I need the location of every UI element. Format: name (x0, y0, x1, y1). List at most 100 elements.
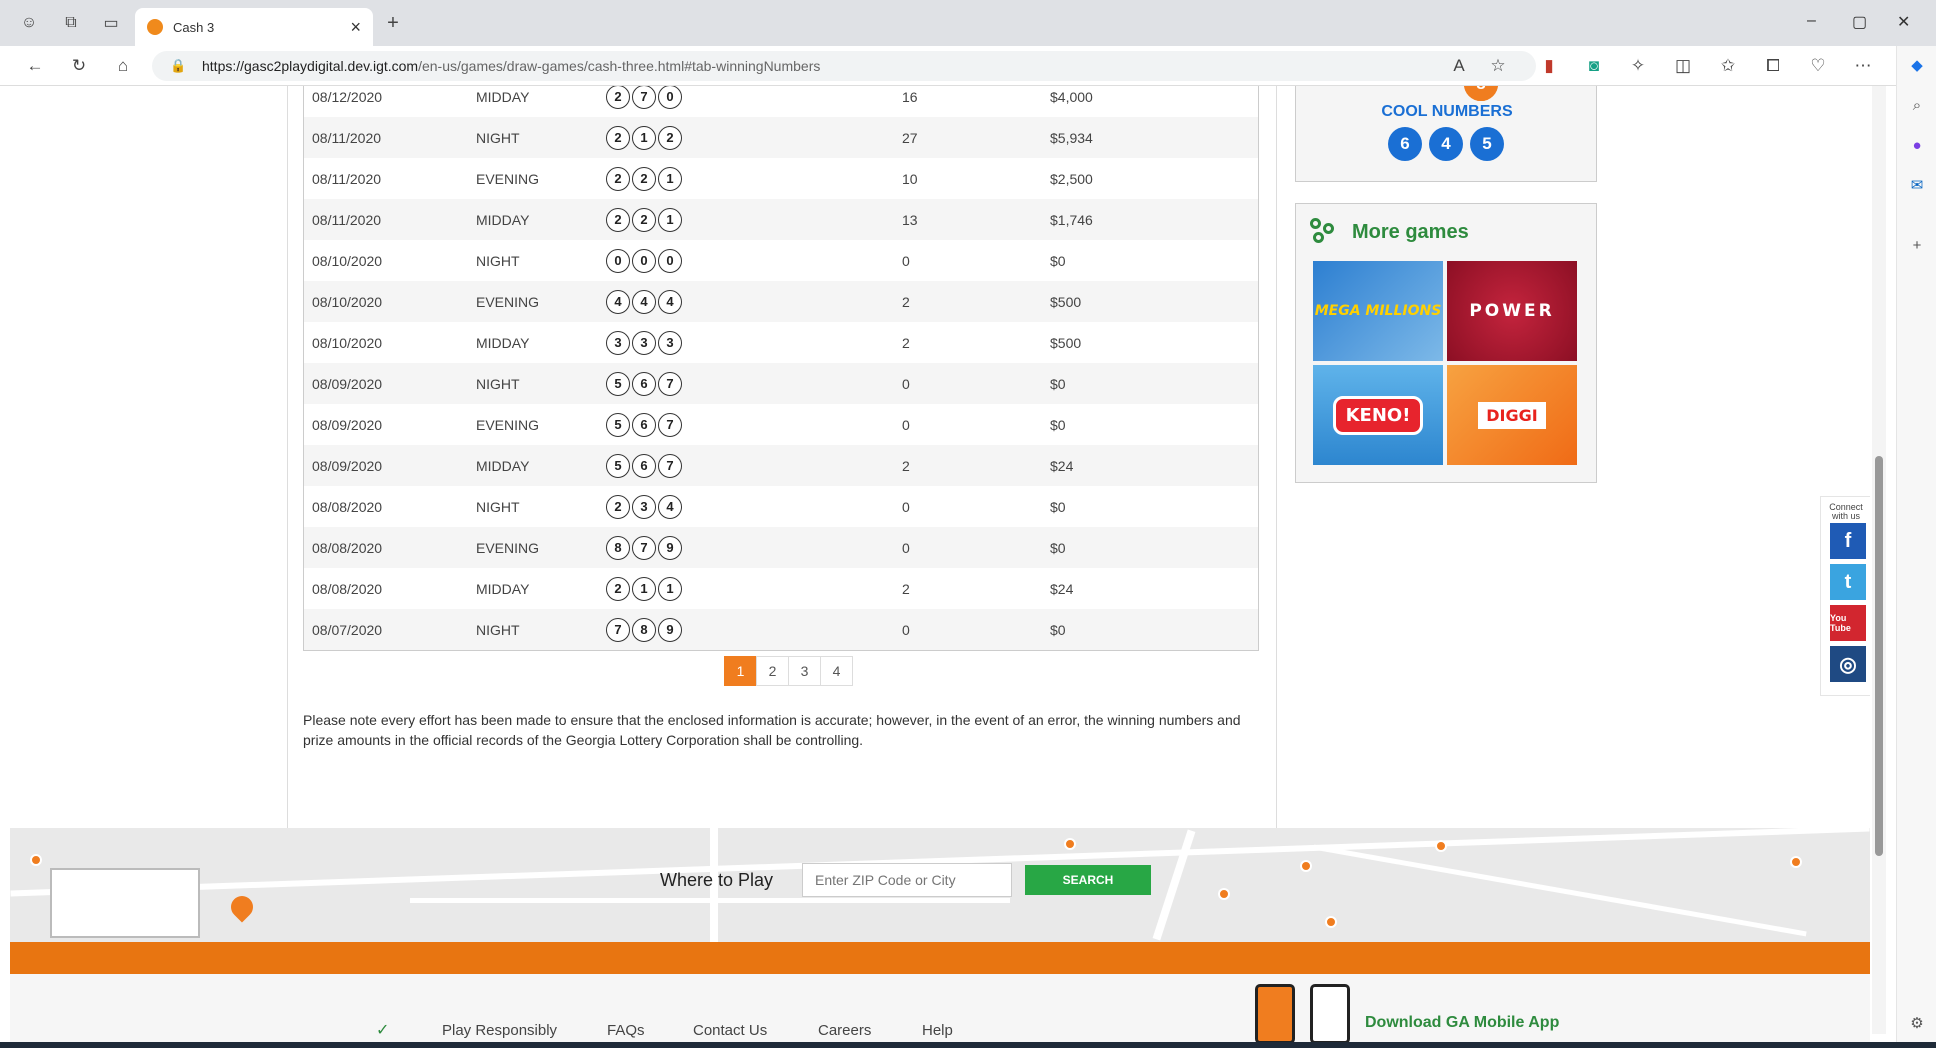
collections-icon[interactable]: ⧠ (1762, 55, 1784, 77)
winners-count: 0 (902, 498, 910, 515)
more-menu-icon[interactable]: ⋯ (1852, 55, 1874, 77)
back-icon[interactable]: ← (24, 55, 46, 77)
split-screen-icon[interactable]: ◫ (1672, 55, 1694, 77)
os-taskbar (0, 1042, 1936, 1048)
workspaces-icon[interactable]: ⧉ (60, 12, 82, 34)
footer-link-play-responsibly[interactable]: Play Responsibly (442, 1022, 557, 1039)
number-ball: 4 (658, 289, 682, 314)
draw-time: EVENING (476, 170, 540, 187)
url-path: /en-us/games/draw-games/cash-three.html#… (418, 58, 821, 74)
copilot-icon[interactable]: ◆ (1906, 54, 1928, 76)
more-games-title: More games (1352, 220, 1469, 243)
page-1-button[interactable]: 1 (724, 656, 757, 686)
number-ball: 2 (606, 494, 630, 519)
browser-tab-bar: ☺ ⧉ ▭ Cash 3 × + – ▢ ✕ (0, 0, 1936, 46)
winning-numbers: 234 (606, 494, 682, 519)
download-app-link[interactable]: Download GA Mobile App (1365, 1014, 1559, 1032)
winners-count: 0 (902, 375, 910, 392)
draw-time: MIDDAY (476, 457, 530, 474)
map-pin-icon (1300, 860, 1312, 872)
sidebar-search-icon[interactable]: ⌕ (1906, 94, 1928, 116)
number-ball: 6 (632, 371, 656, 396)
youtube-icon[interactable]: You Tube (1830, 605, 1866, 641)
number-ball: 7 (658, 371, 682, 396)
home-icon[interactable]: ⌂ (112, 55, 134, 77)
facebook-icon[interactable]: f (1830, 523, 1866, 559)
new-tab-button[interactable]: + (382, 12, 404, 34)
extensions-icon[interactable]: ✧ (1627, 55, 1649, 77)
keno-tile[interactable]: KENO! (1313, 365, 1443, 465)
results-table: 08/12/2020 MIDDAY 2 7 0 16 $4,000 08/11/2020 NIG… (303, 86, 1259, 651)
footer-link-careers[interactable]: Careers (818, 1022, 871, 1039)
number-ball: 2 (606, 86, 630, 109)
url-field[interactable]: 🔒 https://gasc2playdigital.dev.igt.com/e… (152, 51, 1536, 81)
winning-numbers: 789 (606, 617, 682, 642)
page-4-button[interactable]: 4 (820, 656, 853, 686)
phone-image (1255, 984, 1295, 1044)
profile-avatar-icon[interactable]: ☺ (18, 12, 40, 34)
powerball-tile[interactable]: POWER (1447, 261, 1577, 361)
maximize-button[interactable]: ▢ (1852, 12, 1867, 32)
draw-date: 08/11/2020 (312, 170, 382, 187)
table-row: 08/09/2020 NIGHT 5 6 7 0 $0 (304, 363, 1258, 404)
page-scrollbar[interactable] (1872, 86, 1886, 1034)
page-3-button[interactable]: 3 (788, 656, 821, 686)
instagram-icon[interactable]: ◎ (1830, 646, 1866, 682)
browser-essentials-icon[interactable]: ♡ (1807, 55, 1829, 77)
cool-numbers-title: COOL NUMBERS (1381, 103, 1513, 120)
number-ball: 0 (658, 86, 682, 109)
sidebar-settings-icon[interactable]: ⚙ (1906, 1012, 1928, 1034)
scrollbar-thumb[interactable] (1875, 456, 1883, 856)
draw-date: 08/08/2020 (312, 539, 383, 556)
minimize-button[interactable]: – (1807, 12, 1816, 30)
phone-image (1310, 984, 1350, 1044)
twitter-icon[interactable]: t (1830, 564, 1866, 600)
number-ball: 7 (606, 617, 630, 642)
winners-count: 13 (902, 211, 918, 228)
search-button[interactable]: SEARCH (1025, 865, 1151, 895)
draw-time: EVENING (476, 416, 540, 433)
read-aloud-icon[interactable]: A (1448, 55, 1470, 77)
map-pin-icon (1064, 838, 1076, 850)
footer-link-help[interactable]: Help (922, 1022, 953, 1039)
extension-teal-icon[interactable]: ◙ (1583, 55, 1605, 77)
winning-numbers: 444 (606, 289, 682, 314)
close-tab-icon[interactable]: × (350, 17, 361, 38)
winning-numbers: 221 (606, 166, 682, 191)
table-row: 08/12/2020 MIDDAY 2 7 0 16 $4,000 (304, 86, 1258, 117)
draw-time: NIGHT (476, 375, 520, 392)
more-games-panel: More games MEGA MILLIONS POWER KENO! DIG… (1295, 203, 1597, 483)
tab-actions-icon[interactable]: ▭ (100, 12, 122, 34)
diggi-logo: DIGGI (1478, 401, 1546, 429)
table-row: 08/08/2020 EVENING 8 7 9 0 $0 (304, 527, 1258, 568)
draw-date: 08/11/2020 (312, 211, 382, 228)
winning-numbers: 333 (606, 330, 682, 355)
mega-millions-tile[interactable]: MEGA MILLIONS (1313, 261, 1443, 361)
zip-search-input[interactable] (802, 863, 1012, 897)
winners-count: 0 (902, 252, 910, 269)
add-sidebar-app-icon[interactable]: + (1906, 234, 1928, 256)
winning-numbers: 212 (606, 125, 682, 150)
close-window-button[interactable]: ✕ (1897, 12, 1910, 32)
outlook-icon[interactable]: ✉ (1906, 174, 1928, 196)
diggi-tile[interactable]: DIGGI (1447, 365, 1577, 465)
favorite-star-icon[interactable]: ☆ (1487, 55, 1509, 77)
draw-time: NIGHT (476, 498, 520, 515)
footer-link-contact-us[interactable]: Contact Us (693, 1022, 767, 1039)
draw-time: NIGHT (476, 621, 520, 638)
sidebar-app-icon[interactable]: ● (1906, 134, 1928, 156)
favorites-icon[interactable]: ✩ (1717, 55, 1739, 77)
number-ball: 3 (632, 494, 656, 519)
prize-amount: $0 (1050, 375, 1066, 392)
number-ball: 6 (632, 412, 656, 437)
refresh-icon[interactable]: ↻ (68, 55, 90, 77)
prize-amount: $0 (1050, 539, 1066, 556)
winning-numbers: 000 (606, 248, 682, 273)
page-2-button[interactable]: 2 (756, 656, 789, 686)
tab-cash3[interactable]: Cash 3 × (135, 8, 373, 46)
number-ball: 0 (606, 248, 630, 273)
prize-amount: $0 (1050, 621, 1066, 638)
table-row: 08/11/2020 NIGHT 2 1 2 27 $5,934 (304, 117, 1258, 158)
footer-link-faqs[interactable]: FAQs (607, 1022, 645, 1039)
extension-red-icon[interactable]: ▮ (1538, 55, 1560, 77)
